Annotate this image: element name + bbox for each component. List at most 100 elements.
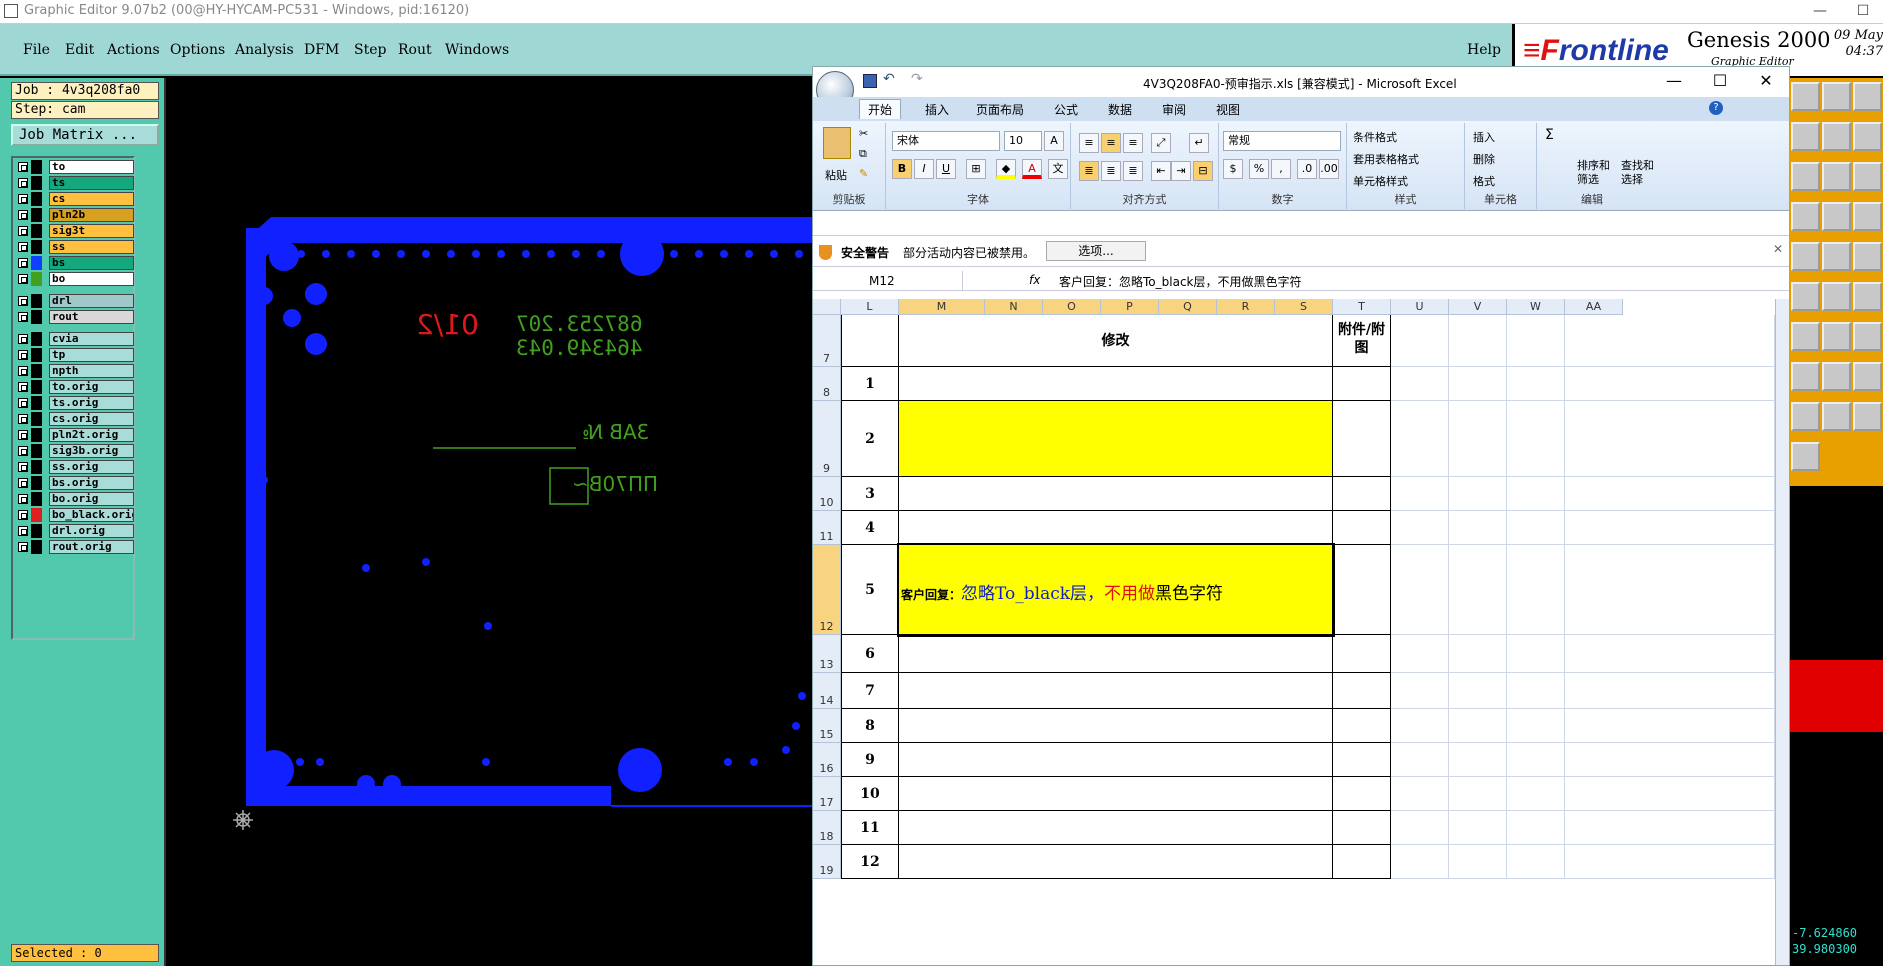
layer-name[interactable]: to [49,160,134,174]
job-matrix-button[interactable]: Job Matrix ... [11,124,159,146]
row-header[interactable]: 12 [813,545,841,635]
number-cell[interactable]: 12 [841,845,899,879]
grid-cell[interactable] [1391,743,1449,777]
rotate-icon[interactable] [1791,402,1820,431]
triangle2-icon[interactable] [1853,282,1882,311]
decrease-indent-icon[interactable]: ⇤ [1151,161,1171,181]
view-icon[interactable] [1822,362,1851,391]
grid-cell[interactable] [1565,811,1775,845]
align-center-icon[interactable]: ≣ [1101,161,1121,181]
grid-cell[interactable] [1507,673,1565,709]
layer-name[interactable]: sig3b.orig [49,444,134,458]
attach-cell[interactable] [1333,845,1391,879]
menu-analysis[interactable]: Analysis [235,42,294,58]
row-header[interactable]: 7 [813,315,841,367]
layer-color-swatch[interactable] [31,310,42,324]
measure-icon[interactable] [1853,162,1882,191]
grid-cell[interactable] [1449,401,1507,477]
fit-icon[interactable] [1853,122,1882,151]
grid-cell[interactable] [1391,777,1449,811]
layer-checkbox[interactable] [18,194,28,204]
grid-icon[interactable] [1853,402,1882,431]
fill-color-icon[interactable]: ◆ [996,159,1016,179]
number-cell[interactable]: 7 [841,673,899,709]
grid-cell[interactable] [1565,777,1775,811]
column-header[interactable]: U [1391,299,1449,315]
security-close-icon[interactable]: ✕ [1773,242,1783,256]
layer-color-swatch[interactable] [31,294,42,308]
grid-cell[interactable] [1507,635,1565,673]
grid-cell[interactable] [1449,315,1507,367]
layer-row[interactable]: npth [16,364,134,378]
layer-row[interactable]: drl [16,294,134,308]
tab-data[interactable]: 数据 [1108,101,1132,118]
frame-icon[interactable] [1822,82,1851,111]
layer-name[interactable]: to.orig [49,380,134,394]
grid-cell[interactable] [1391,845,1449,879]
layer-row[interactable]: bo.orig [16,492,134,506]
layer-icon[interactable] [1791,202,1820,231]
help-icon[interactable]: ? [1709,101,1723,115]
layer-row[interactable]: cs [16,192,134,206]
layer-name[interactable]: bo [49,272,134,286]
number-cell[interactable]: 6 [841,635,899,673]
layer-color-swatch[interactable] [31,524,42,538]
layer-name[interactable]: rout [49,310,134,324]
increase-indent-icon[interactable]: ⇥ [1171,161,1191,181]
layer-name[interactable]: bs.orig [49,476,134,490]
layer-checkbox[interactable] [18,526,28,536]
attach-cell[interactable] [1333,673,1391,709]
menu-windows[interactable]: Windows [445,42,509,58]
wrap-text-icon[interactable]: ↵ [1189,133,1209,153]
move-icon[interactable] [1791,122,1820,151]
layer-name[interactable]: npth [49,364,134,378]
view-icon[interactable] [1853,82,1882,111]
layer-color-swatch[interactable] [31,476,42,490]
number-cell[interactable]: 9 [841,743,899,777]
row-header[interactable]: 15 [813,709,841,743]
layer-checkbox[interactable] [18,312,28,322]
modify-cell[interactable] [899,367,1333,401]
grid-cell[interactable] [1391,315,1449,367]
align-right-icon[interactable]: ≣ [1123,161,1143,181]
number-cell[interactable]: 8 [841,709,899,743]
graphic-canvas[interactable]: 01/2 687253.207 464349.043 3AB № ПП70В~ [164,78,814,966]
layer-color-swatch[interactable] [31,396,42,410]
layer-checkbox[interactable] [18,430,28,440]
layer-color-swatch[interactable] [31,348,42,362]
modify-cell[interactable] [899,811,1333,845]
minimize-icon[interactable]: — [1800,0,1840,24]
layer-row[interactable]: tp [16,348,134,362]
attach-cell[interactable] [1333,709,1391,743]
modify-cell[interactable] [899,635,1333,673]
column-header[interactable]: T [1333,299,1391,315]
layer-color-swatch[interactable] [31,492,42,506]
layer-checkbox[interactable] [18,258,28,268]
merge-center-icon[interactable]: ⊟ [1193,161,1213,181]
arc-icon[interactable] [1822,242,1851,271]
increase-decimal-icon[interactable]: .0 [1297,159,1317,179]
number-cell[interactable]: 3 [841,477,899,511]
grid-cell[interactable] [1449,673,1507,709]
layer-checkbox[interactable] [18,334,28,344]
tab-page-layout[interactable]: 页面布局 [976,101,1024,118]
attach-cell[interactable] [1333,477,1391,511]
row-header[interactable]: 19 [813,845,841,879]
cross-icon[interactable] [1853,202,1882,231]
layer-name[interactable]: pln2t.orig [49,428,134,442]
column-header[interactable]: N [985,299,1043,315]
grid-cell[interactable] [1449,477,1507,511]
grid-cell[interactable] [1507,401,1565,477]
zoom-icon[interactable] [1791,82,1820,111]
number-format-select[interactable]: 常规 [1223,131,1341,151]
menu-options[interactable]: Options [170,42,225,58]
grid-cell[interactable] [1565,401,1775,477]
layer-color-swatch[interactable] [31,256,42,270]
column-header[interactable]: R [1217,299,1275,315]
layer-color-swatch[interactable] [31,540,42,554]
layer-checkbox[interactable] [18,178,28,188]
layer-row[interactable]: bs [16,256,134,270]
layer-color-swatch[interactable] [31,176,42,190]
menu-step[interactable]: Step [354,42,386,58]
attach-cell[interactable] [1333,743,1391,777]
